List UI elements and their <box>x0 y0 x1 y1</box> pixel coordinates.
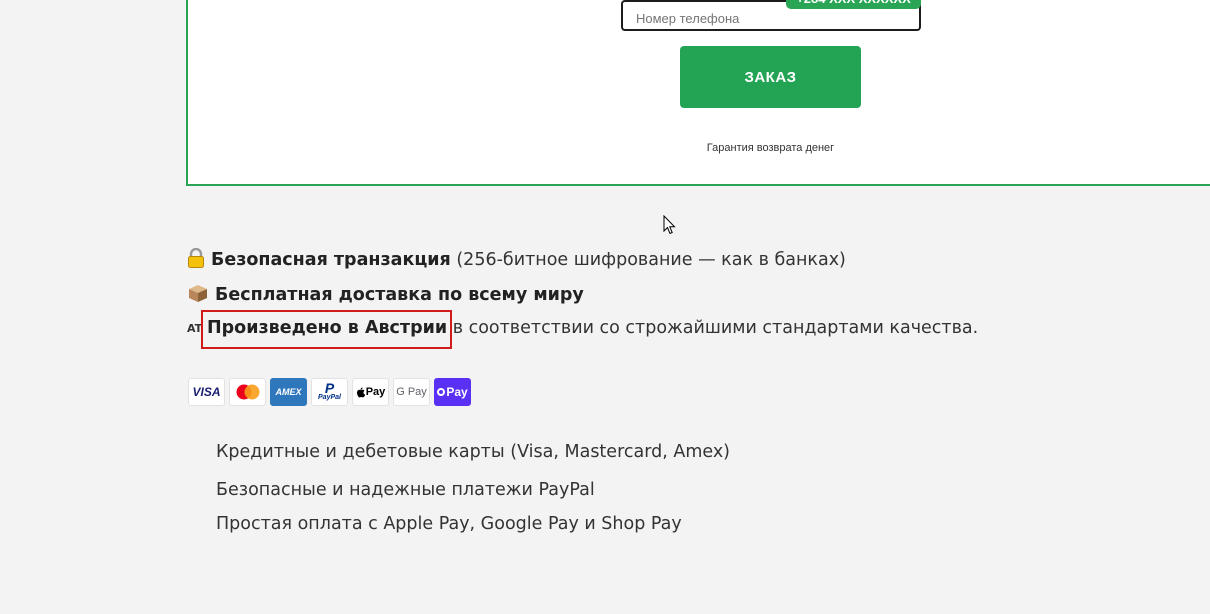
feature-description: в соответствии со строжайшими стандартам… <box>447 318 979 338</box>
google-pay-icon: G Pay <box>393 378 430 406</box>
mastercard-icon <box>229 378 266 406</box>
paypal-icon: P PayPal <box>311 378 348 406</box>
visa-icon: VISA <box>188 378 225 406</box>
payment-icons-row: VISA AMEX P PayPal Pay G Pay Pay <box>188 378 471 406</box>
feature-secure-transaction: Безопасная транзакция (256-битное шифров… <box>187 248 846 270</box>
payment-line-wallets: Простая оплата с Apple Pay, Google Pay и… <box>216 514 682 534</box>
austria-flag-icon: AT <box>187 322 203 335</box>
lock-icon <box>188 248 204 268</box>
feature-title: Безопасная транзакция <box>211 250 451 270</box>
feature-description: (256-битное шифрование — как в банках) <box>450 250 846 270</box>
apple-pay-icon: Pay <box>352 378 389 406</box>
feature-title: Произведено в Австрии <box>207 318 448 338</box>
mouse-cursor-icon <box>663 215 676 235</box>
phone-format-badge: +284 XXX XXXXXX <box>786 0 921 9</box>
package-icon <box>189 285 207 302</box>
payment-line-cards: Кредитные и дебетовые карты (Visa, Maste… <box>216 442 731 462</box>
payment-line-paypal: Безопасные и надежные платежи PayPal <box>216 480 595 500</box>
money-back-guarantee: Гарантия возврата денег <box>706 142 835 154</box>
feature-free-shipping: Бесплатная доставка по всему миру <box>187 283 584 305</box>
shop-pay-icon: Pay <box>434 378 471 406</box>
feature-made-in-austria: AT Произведено в Австрии в соответствии с… <box>187 318 978 338</box>
feature-title: Бесплатная доставка по всему миру <box>215 285 584 305</box>
order-button[interactable]: ЗАКАЗ <box>680 46 861 108</box>
amex-icon: AMEX <box>270 378 307 406</box>
